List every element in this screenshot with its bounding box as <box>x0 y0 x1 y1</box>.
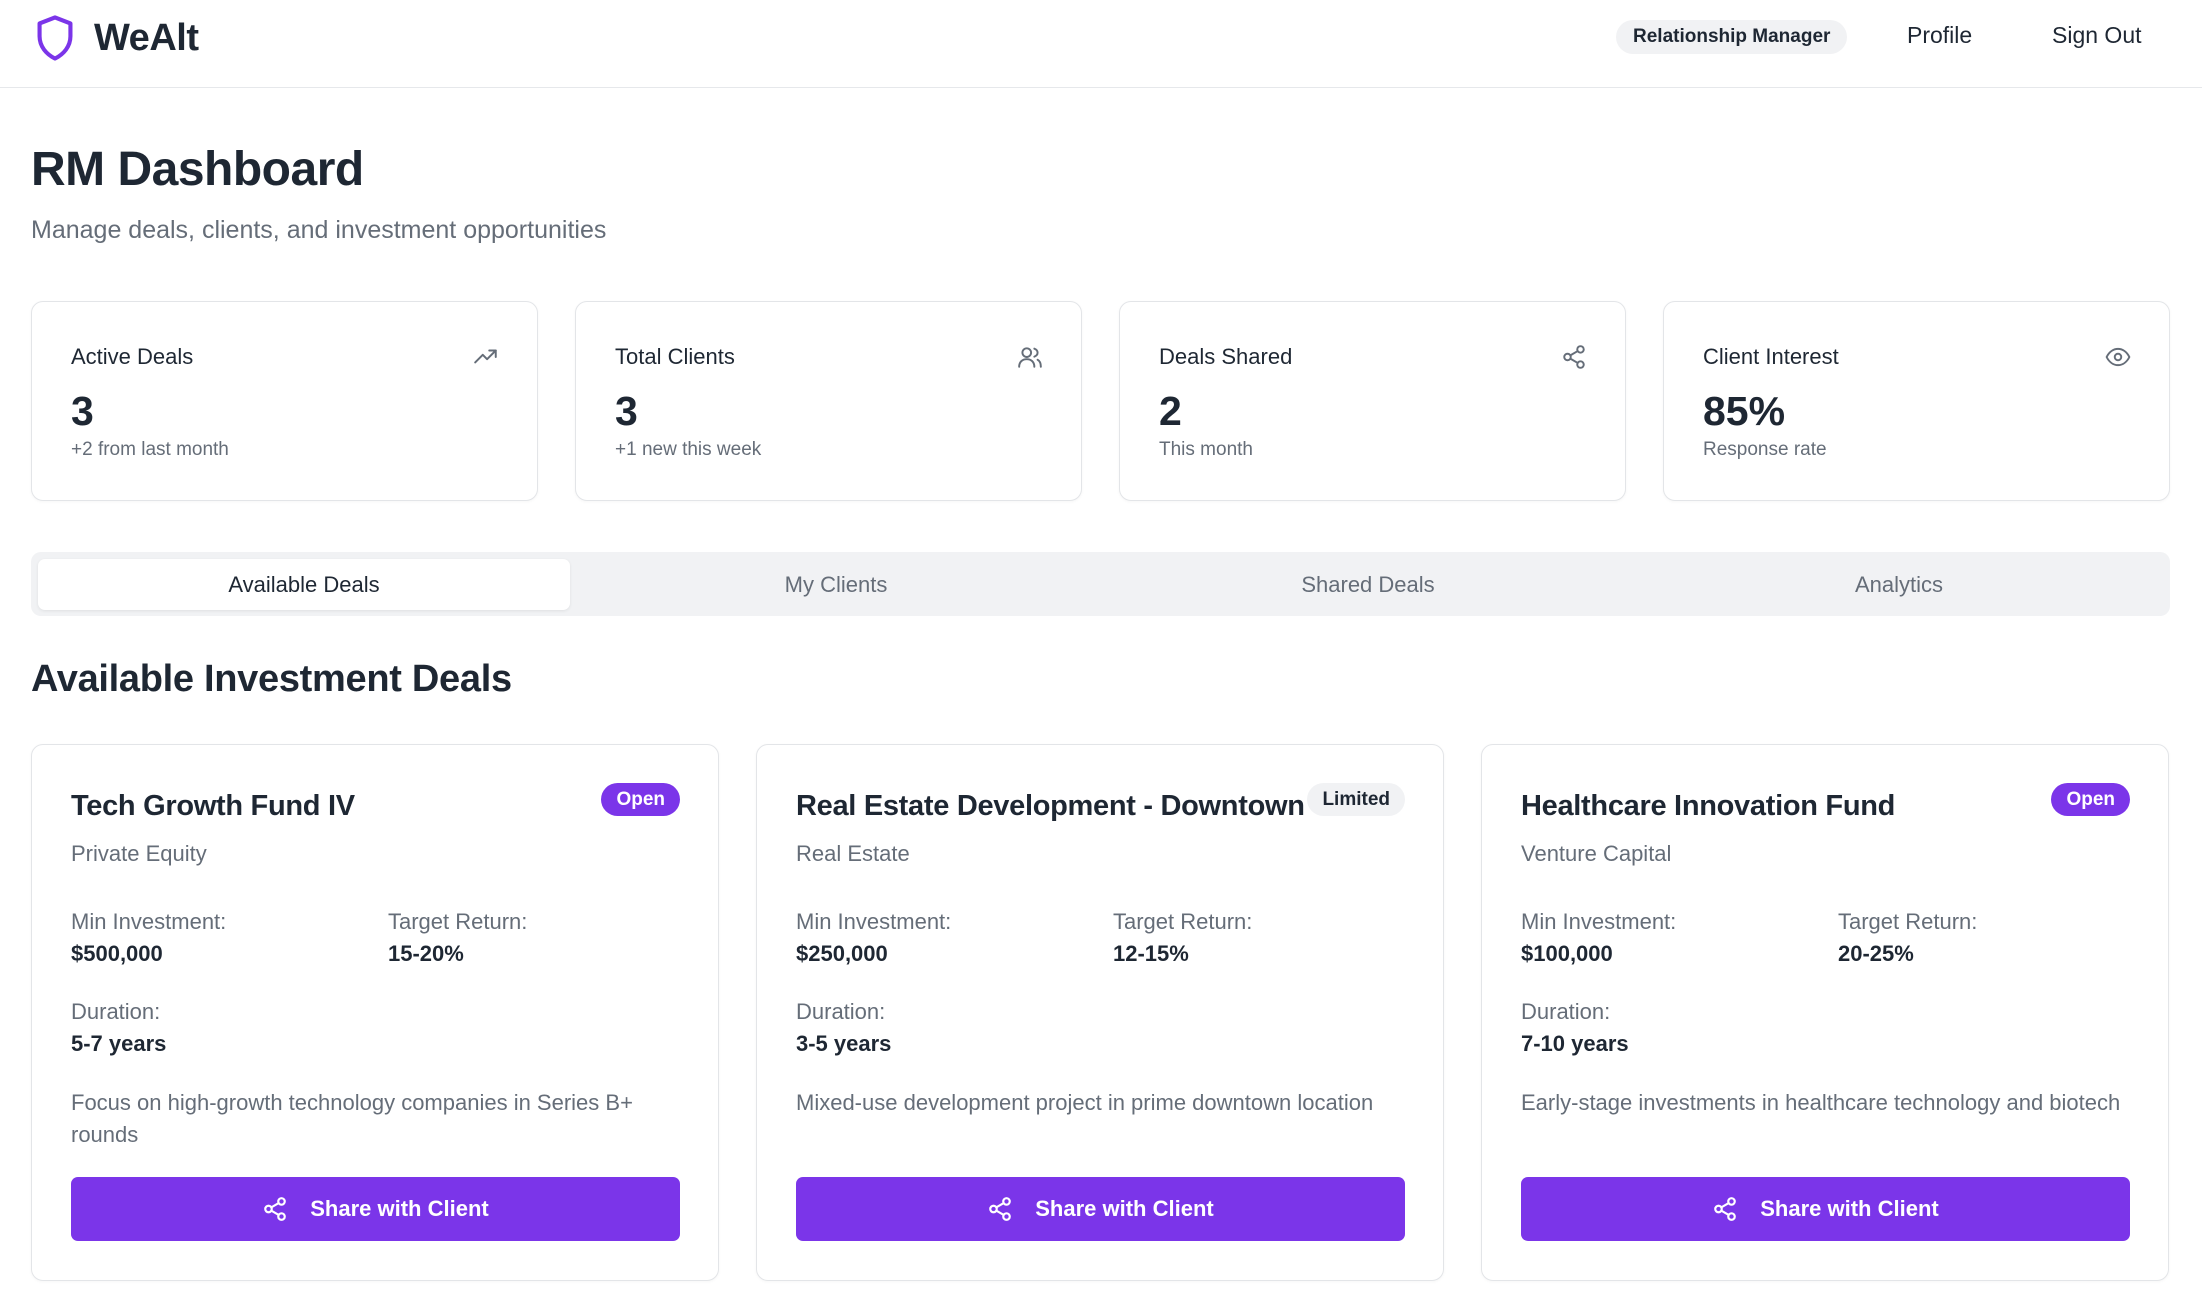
stat-card-active-deals: Active Deals 3 +2 from last month <box>31 301 538 501</box>
stat-label: Total Clients <box>615 344 735 369</box>
deal-card: Healthcare Innovation Fund Open Venture … <box>1481 744 2169 1281</box>
duration-label: Duration: <box>1521 999 1611 1024</box>
deal-name: Healthcare Innovation Fund <box>1521 790 1896 822</box>
min-investment-label: Min Investment: <box>1521 909 1677 934</box>
deal-card: Tech Growth Fund IV Open Private Equity … <box>31 744 719 1281</box>
status-badge: Open <box>601 783 680 816</box>
share-icon <box>1563 345 1585 369</box>
stat-subtext: This month <box>1159 439 1253 460</box>
stat-label: Active Deals <box>71 344 194 369</box>
sign-out-link[interactable]: Sign Out <box>2052 22 2142 49</box>
stat-subtext: +1 new this week <box>615 439 762 460</box>
deal-type: Private Equity <box>71 841 207 866</box>
tab-available-deals[interactable]: Available Deals <box>38 559 570 610</box>
min-investment-label: Min Investment: <box>71 909 227 934</box>
profile-link[interactable]: Profile <box>1907 22 1972 49</box>
min-investment-value: $250,000 <box>796 941 888 966</box>
tab-my-clients[interactable]: My Clients <box>570 559 1102 610</box>
tab-analytics[interactable]: Analytics <box>1633 559 2165 610</box>
duration-label: Duration: <box>796 999 886 1024</box>
share-button-label: Share with Client <box>310 1196 489 1221</box>
tab-bar: Available Deals My Clients Shared Deals … <box>31 552 2170 616</box>
target-return-label: Target Return: <box>1838 909 1978 934</box>
share-icon <box>1714 1197 1737 1221</box>
share-with-client-button[interactable]: Share with Client <box>796 1177 1405 1241</box>
stat-value: 2 <box>1159 388 1182 434</box>
tab-shared-deals[interactable]: Shared Deals <box>1102 559 1634 610</box>
deal-type: Venture Capital <box>1521 841 1672 866</box>
status-badge: Limited <box>1307 783 1405 816</box>
users-icon <box>1018 347 1042 368</box>
stat-card-client-interest: Client Interest 85% Response rate <box>1663 301 2170 501</box>
section-title: Available Investment Deals <box>31 658 512 700</box>
target-return-label: Target Return: <box>1113 909 1253 934</box>
stat-subtext: +2 from last month <box>71 439 229 460</box>
duration-value: 7-10 years <box>1521 1031 1629 1056</box>
status-badge: Open <box>2051 783 2130 816</box>
top-navbar: WeAlt Relationship Manager Profile Sign … <box>0 0 2202 88</box>
deal-name: Tech Growth Fund IV <box>71 790 355 822</box>
deal-card: Real Estate Development - Downtown Limit… <box>756 744 1444 1281</box>
target-return-label: Target Return: <box>388 909 528 934</box>
deal-description: Mixed-use development project in prime d… <box>796 1090 1374 1115</box>
target-return-value: 15-20% <box>388 941 464 966</box>
share-button-label: Share with Client <box>1035 1196 1214 1221</box>
share-icon <box>264 1197 287 1221</box>
deal-description: Focus on high-growth technology companie… <box>71 1090 633 1147</box>
deal-name: Real Estate Development - Downtown <box>796 790 1305 822</box>
share-icon <box>989 1197 1012 1221</box>
share-with-client-button[interactable]: Share with Client <box>1521 1177 2130 1241</box>
target-return-value: 20-25% <box>1838 941 1914 966</box>
page-subtitle: Manage deals, clients, and investment op… <box>31 216 607 244</box>
stat-label: Client Interest <box>1703 344 1839 369</box>
stat-card-deals-shared: Deals Shared 2 This month <box>1119 301 1626 501</box>
stat-card-total-clients: Total Clients 3 +1 new this week <box>575 301 1082 501</box>
stat-value: 3 <box>615 388 638 434</box>
duration-label: Duration: <box>71 999 161 1024</box>
stat-value: 3 <box>71 388 94 434</box>
share-with-client-button[interactable]: Share with Client <box>71 1177 680 1241</box>
duration-value: 5-7 years <box>71 1031 167 1056</box>
shield-icon <box>37 15 73 61</box>
trending-up-icon <box>474 349 497 364</box>
deal-type: Real Estate <box>796 841 910 866</box>
stat-label: Deals Shared <box>1159 344 1293 369</box>
deal-description: Early-stage investments in healthcare te… <box>1521 1090 2121 1115</box>
min-investment-value: $100,000 <box>1521 941 1613 966</box>
stat-value: 85% <box>1703 388 1786 434</box>
page-title: RM Dashboard <box>31 143 364 196</box>
min-investment-value: $500,000 <box>71 941 163 966</box>
brand-name: WeAlt <box>94 16 199 59</box>
share-button-label: Share with Client <box>1760 1196 1939 1221</box>
brand-logo[interactable]: WeAlt <box>34 14 199 62</box>
role-badge: Relationship Manager <box>1616 20 1848 54</box>
min-investment-label: Min Investment: <box>796 909 952 934</box>
stat-subtext: Response rate <box>1703 439 1827 460</box>
target-return-value: 12-15% <box>1113 941 1189 966</box>
duration-value: 3-5 years <box>796 1031 892 1056</box>
eye-icon <box>2105 347 2131 367</box>
